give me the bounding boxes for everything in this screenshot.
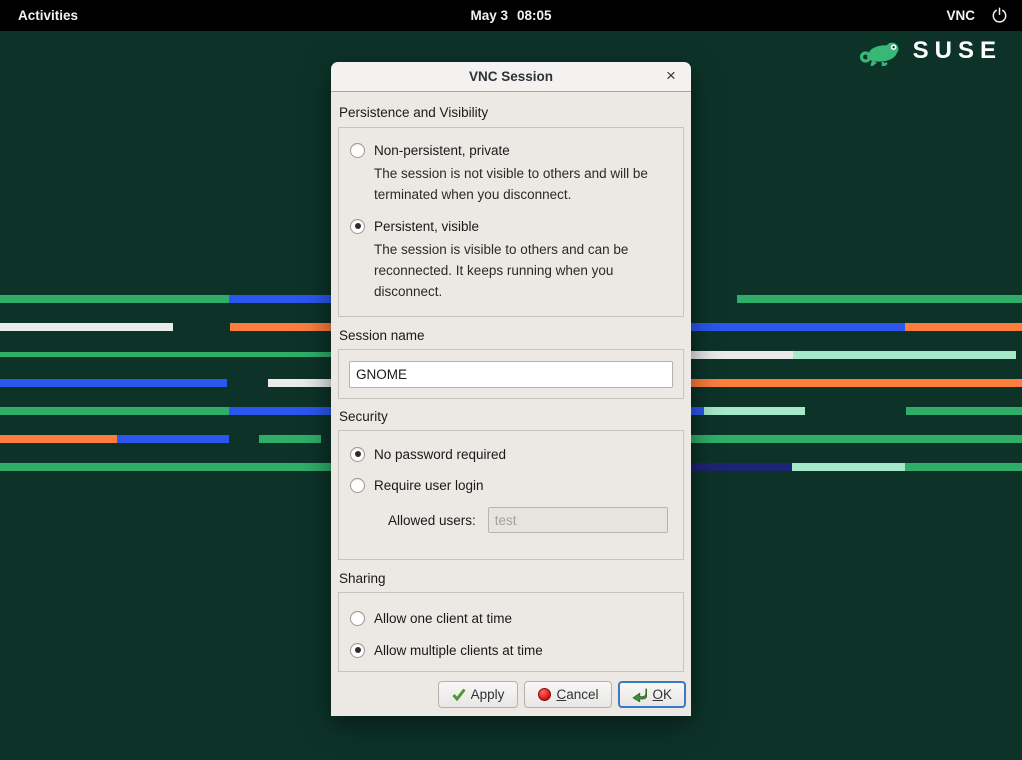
persistence-frame: Non-persistent, private The session is n… xyxy=(338,127,684,317)
wallpaper-stripe xyxy=(737,295,1022,303)
gnome-top-bar: Activities May 3 08:05 VNC xyxy=(0,0,1022,31)
suse-logo-text: SUSE xyxy=(913,37,1002,65)
wallpaper-stripe xyxy=(229,295,331,303)
radio-non-persistent[interactable]: Non-persistent, private xyxy=(350,141,672,159)
radio-icon-selected[interactable] xyxy=(350,219,365,234)
wallpaper-stripe xyxy=(259,435,321,443)
suse-logo: SUSE xyxy=(859,36,1002,66)
wallpaper-stripe xyxy=(268,379,331,387)
persistence-section-label: Persistence and Visibility xyxy=(339,105,488,121)
time-label: 08:05 xyxy=(517,0,552,31)
wallpaper-stripe xyxy=(0,379,227,387)
ok-button[interactable]: OK xyxy=(618,681,686,708)
allowed-users-input xyxy=(488,507,668,533)
radio-icon[interactable] xyxy=(350,478,365,493)
wallpaper-stripe xyxy=(690,435,1022,443)
radio-multiple-clients[interactable]: Allow multiple clients at time xyxy=(350,641,672,659)
wallpaper-stripe xyxy=(0,295,229,303)
cancel-icon xyxy=(538,688,551,701)
wallpaper-stripe xyxy=(0,352,331,357)
non-persistent-description: The session is not visible to others and… xyxy=(374,163,676,205)
security-section-label: Security xyxy=(339,409,388,425)
wallpaper-stripe xyxy=(690,323,905,331)
session-name-section-label: Session name xyxy=(339,328,425,344)
radio-require-login[interactable]: Require user login xyxy=(350,476,672,494)
clock[interactable]: May 3 08:05 xyxy=(470,0,551,31)
allowed-users-label: Allowed users: xyxy=(388,513,476,528)
wallpaper-stripe xyxy=(690,379,1022,387)
wallpaper-stripe xyxy=(690,407,704,415)
dialog-titlebar[interactable]: VNC Session × xyxy=(331,62,691,92)
radio-one-client[interactable]: Allow one client at time xyxy=(350,609,672,627)
wallpaper-stripe xyxy=(905,463,1022,471)
sharing-section-label: Sharing xyxy=(339,571,386,587)
radio-no-password[interactable]: No password required xyxy=(350,445,672,463)
wallpaper-stripe xyxy=(0,435,117,443)
date-label: May 3 xyxy=(470,0,508,31)
radio-persistent[interactable]: Persistent, visible xyxy=(350,217,672,235)
wallpaper-stripe xyxy=(0,463,331,471)
persistent-description: The session is visible to others and can… xyxy=(374,239,676,302)
radio-icon-selected[interactable] xyxy=(350,447,365,462)
wallpaper-stripe xyxy=(792,463,905,471)
apply-button[interactable]: Apply xyxy=(438,681,519,708)
system-status-area[interactable]: VNC xyxy=(946,0,1008,31)
vnc-session-dialog: VNC Session × Persistence and Visibility… xyxy=(331,62,691,716)
dialog-title: VNC Session xyxy=(469,69,553,84)
check-icon xyxy=(452,688,466,701)
wallpaper-stripe xyxy=(0,323,173,331)
power-icon[interactable] xyxy=(991,7,1008,24)
activities-button[interactable]: Activities xyxy=(18,0,78,31)
wallpaper-stripe xyxy=(117,435,229,443)
suse-chameleon-icon xyxy=(859,36,903,66)
wallpaper-stripe xyxy=(905,323,1022,331)
security-frame: No password required Require user login … xyxy=(338,430,684,560)
dialog-body: Persistence and Visibility Non-persisten… xyxy=(331,92,691,716)
sharing-frame: Allow one client at time Allow multiple … xyxy=(338,592,684,672)
radio-icon[interactable] xyxy=(350,143,365,158)
wallpaper-stripe xyxy=(230,323,331,331)
ok-arrow-icon xyxy=(632,688,647,702)
allowed-users-row: Allowed users: xyxy=(388,507,672,533)
close-icon[interactable]: × xyxy=(661,66,681,86)
session-name-input[interactable] xyxy=(349,361,673,388)
wallpaper-stripe xyxy=(690,463,792,471)
vnc-indicator[interactable]: VNC xyxy=(946,8,975,23)
wallpaper-stripe xyxy=(704,407,805,415)
dialog-button-row: Apply Cancel OK xyxy=(438,681,686,708)
wallpaper-stripe xyxy=(690,351,793,359)
wallpaper-stripe xyxy=(793,351,1016,359)
radio-icon-selected[interactable] xyxy=(350,643,365,658)
session-name-frame xyxy=(338,349,684,399)
cancel-button[interactable]: Cancel xyxy=(524,681,612,708)
wallpaper-stripe xyxy=(0,407,229,415)
wallpaper-stripe xyxy=(906,407,1022,415)
wallpaper-stripe xyxy=(229,407,331,415)
radio-icon[interactable] xyxy=(350,611,365,626)
